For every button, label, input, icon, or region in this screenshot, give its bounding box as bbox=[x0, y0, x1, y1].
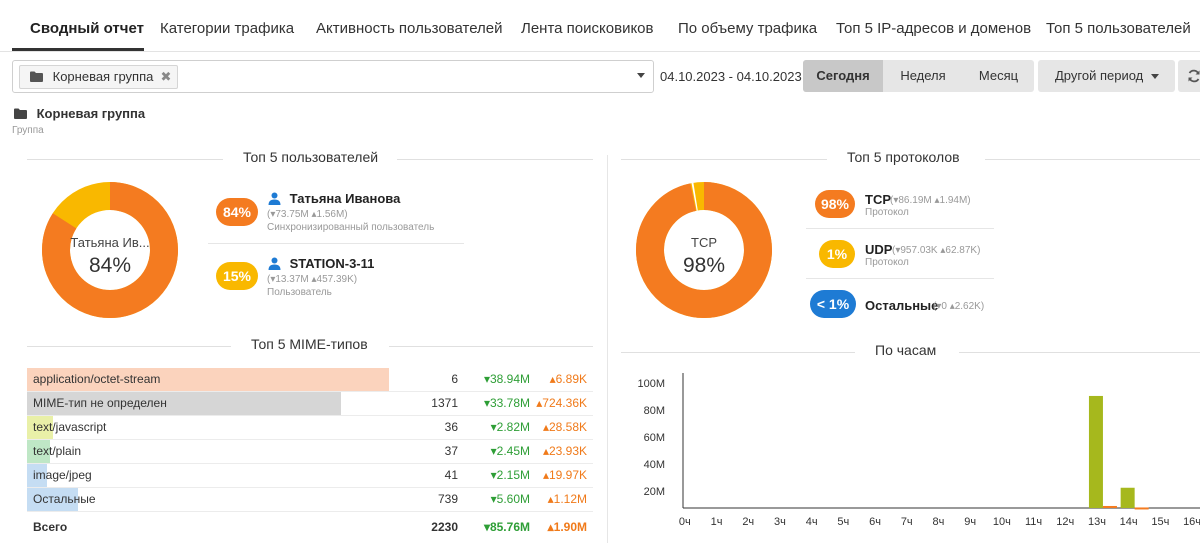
x-tick-label: 8ч bbox=[932, 516, 945, 528]
x-tick-label: 14ч bbox=[1119, 516, 1138, 528]
x-tick-label: 7ч bbox=[900, 516, 913, 528]
x-tick-label: 11ч bbox=[1024, 516, 1043, 528]
x-tick-label: 4ч bbox=[805, 516, 818, 528]
x-tick-label: 3ч bbox=[774, 516, 786, 528]
x-tick-label: 9ч bbox=[964, 516, 977, 528]
hourly-bar[interactable] bbox=[1134, 507, 1149, 510]
x-tick-label: 15ч bbox=[1151, 516, 1170, 528]
hourly-bars bbox=[682, 373, 1200, 510]
x-tick-label: 13ч bbox=[1087, 516, 1106, 528]
x-tick-label: 16ч bbox=[1183, 516, 1200, 528]
x-tick-label: 0ч bbox=[678, 516, 691, 528]
hourly-bar[interactable] bbox=[1120, 487, 1135, 508]
x-tick-label: 12ч bbox=[1056, 516, 1075, 528]
x-tick-label: 5ч bbox=[837, 516, 850, 528]
x-tick-label: 2ч bbox=[742, 516, 755, 528]
x-tick-label: 10ч bbox=[992, 516, 1011, 528]
x-tick-label: 1ч bbox=[710, 516, 723, 528]
hourly-bar[interactable] bbox=[1102, 505, 1117, 508]
x-tick-label: 6ч bbox=[869, 516, 881, 528]
hourly-bar[interactable] bbox=[1088, 395, 1103, 508]
